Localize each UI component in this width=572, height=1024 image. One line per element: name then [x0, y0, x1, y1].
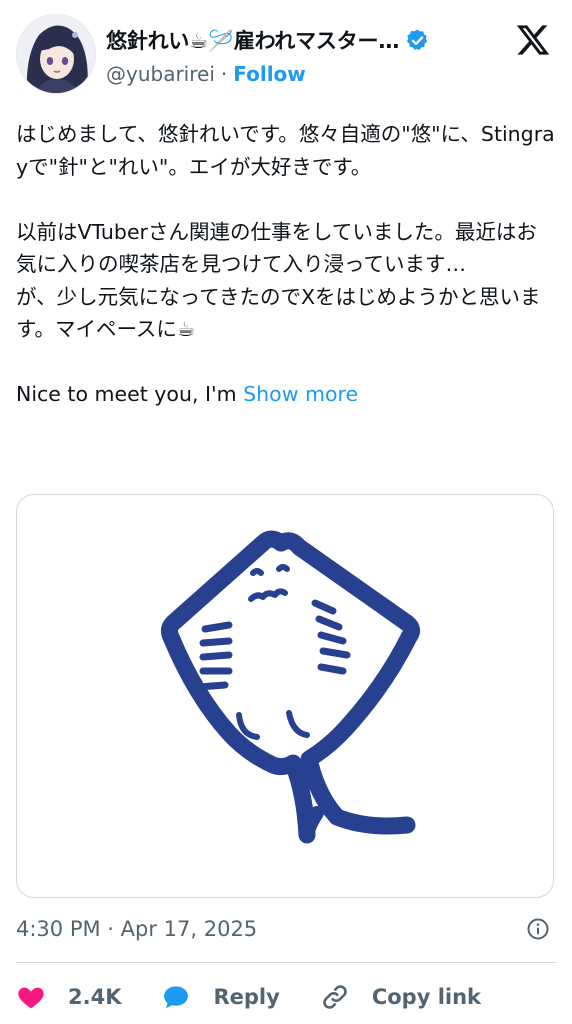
- author-name-row: 悠針れい☕🪡雇われマスター…: [106, 24, 486, 56]
- show-more-link[interactable]: Show more: [243, 382, 358, 406]
- tweet-header: 悠針れい☕🪡雇われマスター… @yubarirei · Follow: [16, 14, 556, 98]
- like-button[interactable]: 2.4K: [16, 982, 121, 1012]
- x-logo-icon[interactable]: [514, 22, 552, 58]
- copy-link-label: Copy link: [371, 985, 482, 1009]
- like-count: 2.4K: [68, 985, 122, 1009]
- copy-link-button[interactable]: Copy link: [320, 982, 481, 1012]
- avatar[interactable]: [16, 14, 96, 94]
- tweet-text: はじめまして、悠針れいです。悠々自適の"悠"に、Stingrayで"針"と"れい…: [16, 122, 555, 406]
- stingray-illustration: [160, 530, 421, 844]
- author-display-name[interactable]: 悠針れい☕🪡雇われマスター…: [106, 25, 399, 55]
- tweet-media-image[interactable]: [16, 494, 554, 898]
- author-handle[interactable]: @yubarirei: [106, 62, 215, 86]
- heart-icon: [18, 987, 44, 1009]
- avatar-illustration: [17, 15, 95, 93]
- tweet-body: はじめまして、悠針れいです。悠々自適の"悠"に、Stingrayで"針"と"れい…: [16, 118, 556, 411]
- author-handle-row: @yubarirei · Follow: [106, 60, 306, 88]
- tweet-actions: 2.4K Reply Copy link: [16, 976, 556, 1018]
- link-icon: [323, 985, 347, 1009]
- tweet-timestamp[interactable]: 4:30 PM · Apr 17, 2025: [16, 917, 257, 941]
- verified-badge-icon[interactable]: [405, 28, 430, 53]
- info-icon[interactable]: [526, 917, 550, 941]
- follow-button[interactable]: Follow: [233, 62, 306, 86]
- reply-button[interactable]: Reply: [161, 982, 280, 1012]
- divider: [16, 962, 556, 963]
- separator-dot: ·: [220, 62, 228, 86]
- reply-label: Reply: [213, 985, 280, 1009]
- tweet-meta: 4:30 PM · Apr 17, 2025: [16, 912, 556, 946]
- speech-bubble-icon: [164, 986, 189, 1009]
